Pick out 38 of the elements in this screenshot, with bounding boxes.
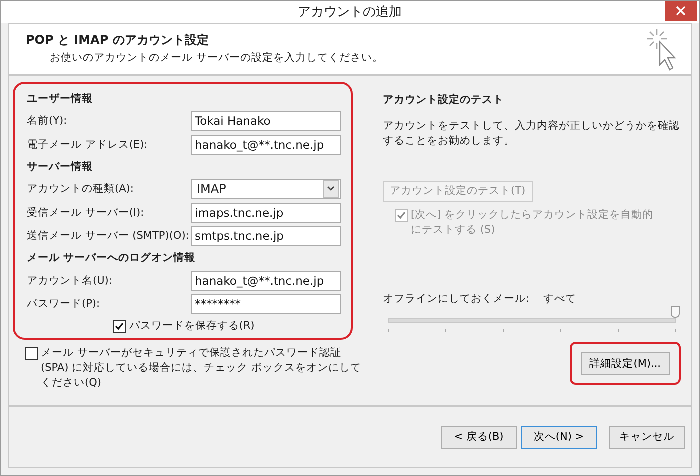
checkbox-label: メール サーバーがセキュリティで保護されたパスワード認証 (SPA) に対応している場合には、チェック ボックスをオンにしてください(Q)	[41, 346, 362, 391]
checkbox-label: パスワードを保存する(R)	[129, 319, 255, 334]
window-title: アカウントの追加	[298, 4, 402, 21]
offline-mail-value: すべて	[544, 292, 577, 306]
page-subtitle: お使いのアカウントのメール サーバーの設定を入力してください。	[49, 51, 384, 65]
description-text: アカウントをテストして、入力内容が正しいかどうかを確認することをお勧めします。	[383, 118, 681, 148]
field-label: 送信メール サーバー (SMTP)(O):	[27, 229, 190, 244]
field-label: アカウント名(U):	[27, 274, 112, 288]
close-button[interactable]	[665, 1, 697, 21]
footer-button[interactable]: < 戻る(B)	[441, 426, 517, 448]
checkbox[interactable]	[25, 347, 38, 360]
section-heading: メール サーバーへのログオン情報	[27, 251, 197, 265]
account-type-dropdown[interactable]: IMAP	[191, 179, 341, 200]
field-label: パスワード(P):	[27, 297, 100, 312]
input-field[interactable]: hanako_t@**.tnc.ne.jp	[191, 134, 341, 155]
slider-thumb[interactable]	[671, 306, 680, 318]
input-field[interactable]: hanako_t@**.tnc.ne.jp	[191, 270, 341, 291]
checkbox-label: [次へ] をクリックしたらアカウント設定を自動的にテストする (S)	[411, 208, 655, 238]
input-field[interactable]: imaps.tnc.ne.jp	[191, 202, 341, 223]
field-label: 名前(Y):	[27, 114, 68, 128]
input-field[interactable]: smtps.tnc.ne.jp	[191, 226, 341, 246]
input-field[interactable]: Tokai Hanako	[191, 111, 341, 132]
checkbox[interactable]	[113, 320, 126, 333]
section-heading: アカウント設定のテスト	[383, 92, 505, 106]
field-label: 電子メール アドレス(E):	[27, 138, 148, 152]
input-field[interactable]: ********	[191, 294, 341, 314]
close-icon	[676, 6, 686, 16]
page-title: POP と IMAP のアカウント設定	[26, 32, 210, 49]
advanced-settings-button[interactable]: 詳細設定(M)...	[580, 352, 670, 375]
section-heading: ユーザー情報	[27, 92, 94, 106]
field-label: アカウントの種類(A):	[27, 182, 134, 196]
section-heading: サーバー情報	[27, 160, 94, 174]
footer-button[interactable]: キャンセル	[609, 426, 685, 448]
footer-button[interactable]: 次へ(N) >	[521, 426, 597, 448]
caret-icon	[323, 180, 339, 198]
field-label: 受信メール サーバー(I):	[27, 206, 144, 220]
offline-mail-label: オフラインにしておくメール:	[383, 292, 530, 306]
cursor-sparkle-icon	[645, 26, 679, 70]
